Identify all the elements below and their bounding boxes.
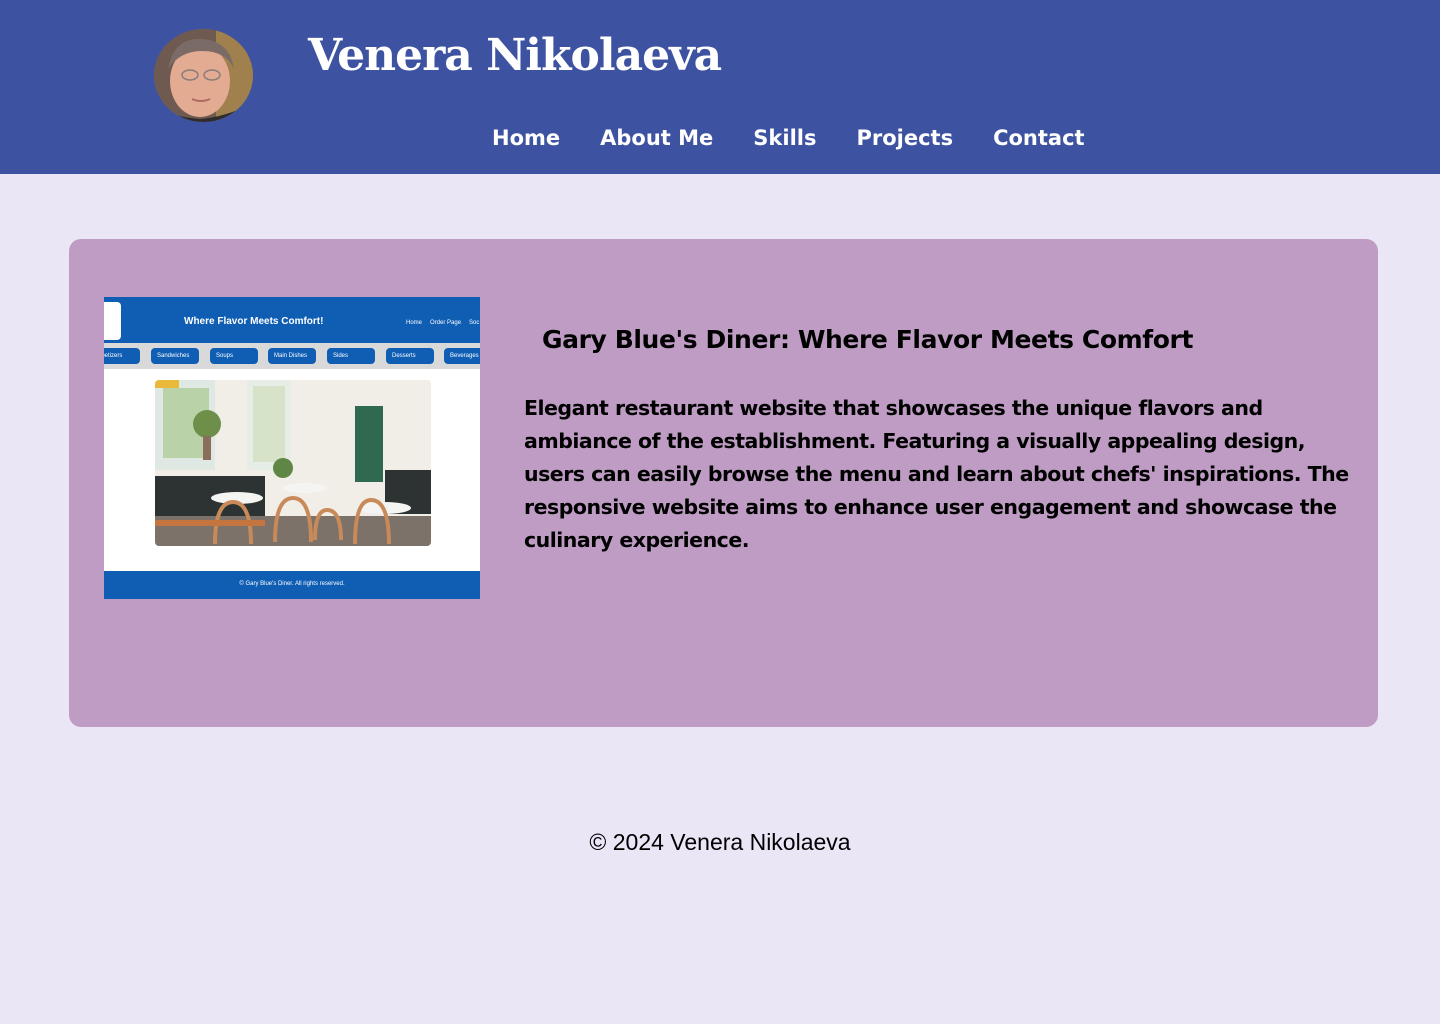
thumbnail-header: Where Flavor Meets Comfort! Home Order P… — [104, 297, 480, 343]
thumbnail-footer: © Gary Blue's Diner. All rights reserved… — [104, 571, 480, 599]
thumbnail-menu-pill: Soups — [210, 348, 258, 364]
nav-projects[interactable]: Projects — [856, 122, 953, 154]
thumbnail-menu-pill: ppetizers — [104, 348, 140, 364]
site-footer: © 2024 Venera Nikolaeva — [589, 829, 851, 855]
thumbnail-nav-item: Soc — [469, 320, 480, 326]
thumbnail-nav-item: Home — [406, 320, 423, 326]
thumbnail-menu-pill: Desserts — [386, 348, 434, 364]
nav-contact[interactable]: Contact — [993, 122, 1085, 154]
nav-skills[interactable]: Skills — [753, 122, 816, 154]
restaurant-interior-photo — [155, 380, 431, 546]
thumbnail-menu-pill: Main Dishes — [268, 348, 316, 364]
avatar-portrait — [154, 29, 253, 122]
thumbnail-menu-pill: Sandwiches — [151, 348, 199, 364]
project-thumbnail[interactable]: Where Flavor Meets Comfort! Home Order P… — [104, 297, 480, 599]
nav-about-me[interactable]: About Me — [600, 122, 713, 154]
project-card: Where Flavor Meets Comfort! Home Order P… — [69, 239, 1378, 727]
thumbnail-footer-text: © Gary Blue's Diner. All rights reserved… — [239, 581, 345, 587]
profile-avatar — [154, 29, 253, 122]
thumbnail-heading: Where Flavor Meets Comfort! — [184, 316, 324, 327]
site-header: Venera Nikolaeva Home About Me Skills Pr… — [0, 0, 1440, 174]
thumbnail-nav-item: Order Page — [430, 320, 462, 326]
thumbnail-menu-pill: Sides — [327, 348, 375, 364]
thumbnail-nav: Home Order Page Soc — [406, 320, 479, 326]
project-description: Elegant restaurant website that showcase… — [524, 396, 1349, 552]
site-title: Venera Nikolaeva — [308, 30, 722, 81]
project-title: Gary Blue's Diner: Where Flavor Meets Co… — [542, 325, 1194, 354]
thumbnail-menu-pill: Beverages — [444, 348, 480, 364]
thumbnail-menu: ppetizers Sandwiches Soups Main Dishes S… — [104, 343, 480, 369]
main-nav: Home About Me Skills Projects Contact — [492, 122, 1085, 154]
nav-home[interactable]: Home — [492, 122, 560, 154]
thumbnail-logo — [104, 302, 121, 340]
